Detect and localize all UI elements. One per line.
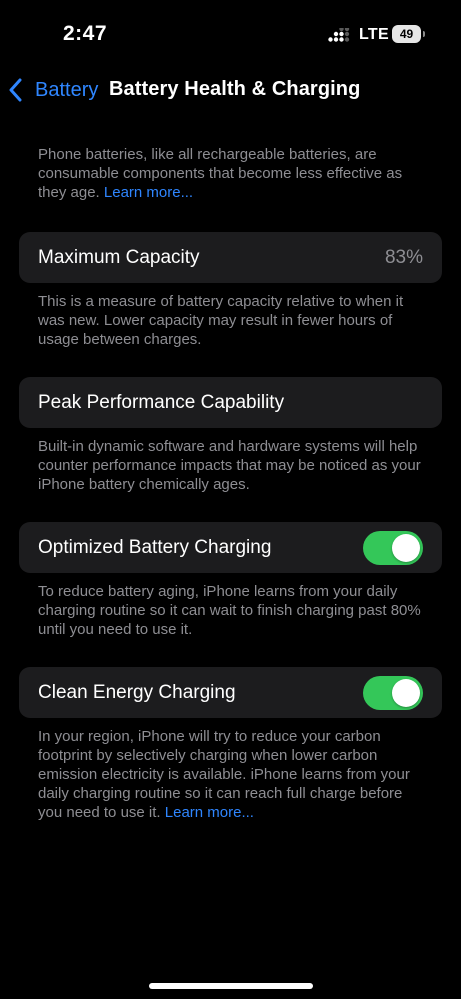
battery-cap bbox=[423, 31, 425, 37]
battery-level: 49 bbox=[392, 25, 421, 43]
clean-energy-toggle[interactable] bbox=[363, 676, 423, 710]
optimized-charging-label: Optimized Battery Charging bbox=[38, 537, 272, 558]
intro-text: Phone batteries, like all rechargeable b… bbox=[38, 146, 403, 201]
status-bar: 2:47 LTE 49 bbox=[0, 0, 461, 70]
clean-energy-row: Clean Energy Charging bbox=[19, 667, 442, 718]
maximum-capacity-description: This is a measure of battery capacity re… bbox=[38, 293, 404, 348]
learn-more-link[interactable]: Learn more... bbox=[104, 184, 193, 201]
clean-energy-description: In your region, iPhone will try to reduc… bbox=[38, 727, 430, 822]
network-type: LTE bbox=[359, 26, 389, 43]
optimized-charging-description: To reduce battery aging, iPhone learns f… bbox=[38, 583, 421, 638]
navigation-bar: Battery Battery Health & Charging bbox=[0, 70, 461, 110]
optimized-charging-toggle[interactable] bbox=[363, 531, 423, 565]
maximum-capacity-label: Maximum Capacity bbox=[38, 247, 200, 268]
toggle-knob bbox=[392, 534, 420, 562]
maximum-capacity-value: 83% bbox=[384, 247, 423, 268]
back-label: Battery bbox=[35, 78, 99, 101]
chevron-left-icon bbox=[9, 78, 22, 102]
maximum-capacity-row: Maximum Capacity 83% bbox=[19, 232, 442, 283]
page-title: Battery Health & Charging bbox=[109, 78, 361, 100]
peak-performance-row: Peak Performance Capability bbox=[19, 377, 442, 428]
peak-performance-description: Built-in dynamic software and hardware s… bbox=[38, 438, 421, 493]
status-time: 2:47 bbox=[63, 22, 108, 45]
signal-bars-icon bbox=[328, 28, 350, 42]
clean-energy-label: Clean Energy Charging bbox=[38, 682, 236, 703]
optimized-charging-row: Optimized Battery Charging bbox=[19, 522, 442, 573]
clean-energy-learn-more-link[interactable]: Learn more... bbox=[165, 804, 254, 821]
battery-icon: 49 bbox=[392, 25, 426, 43]
back-button[interactable]: Battery bbox=[8, 76, 98, 104]
peak-performance-label: Peak Performance Capability bbox=[38, 392, 285, 413]
home-indicator[interactable] bbox=[149, 983, 313, 989]
toggle-knob bbox=[392, 679, 420, 707]
intro-description: Phone batteries, like all rechargeable b… bbox=[38, 145, 430, 202]
